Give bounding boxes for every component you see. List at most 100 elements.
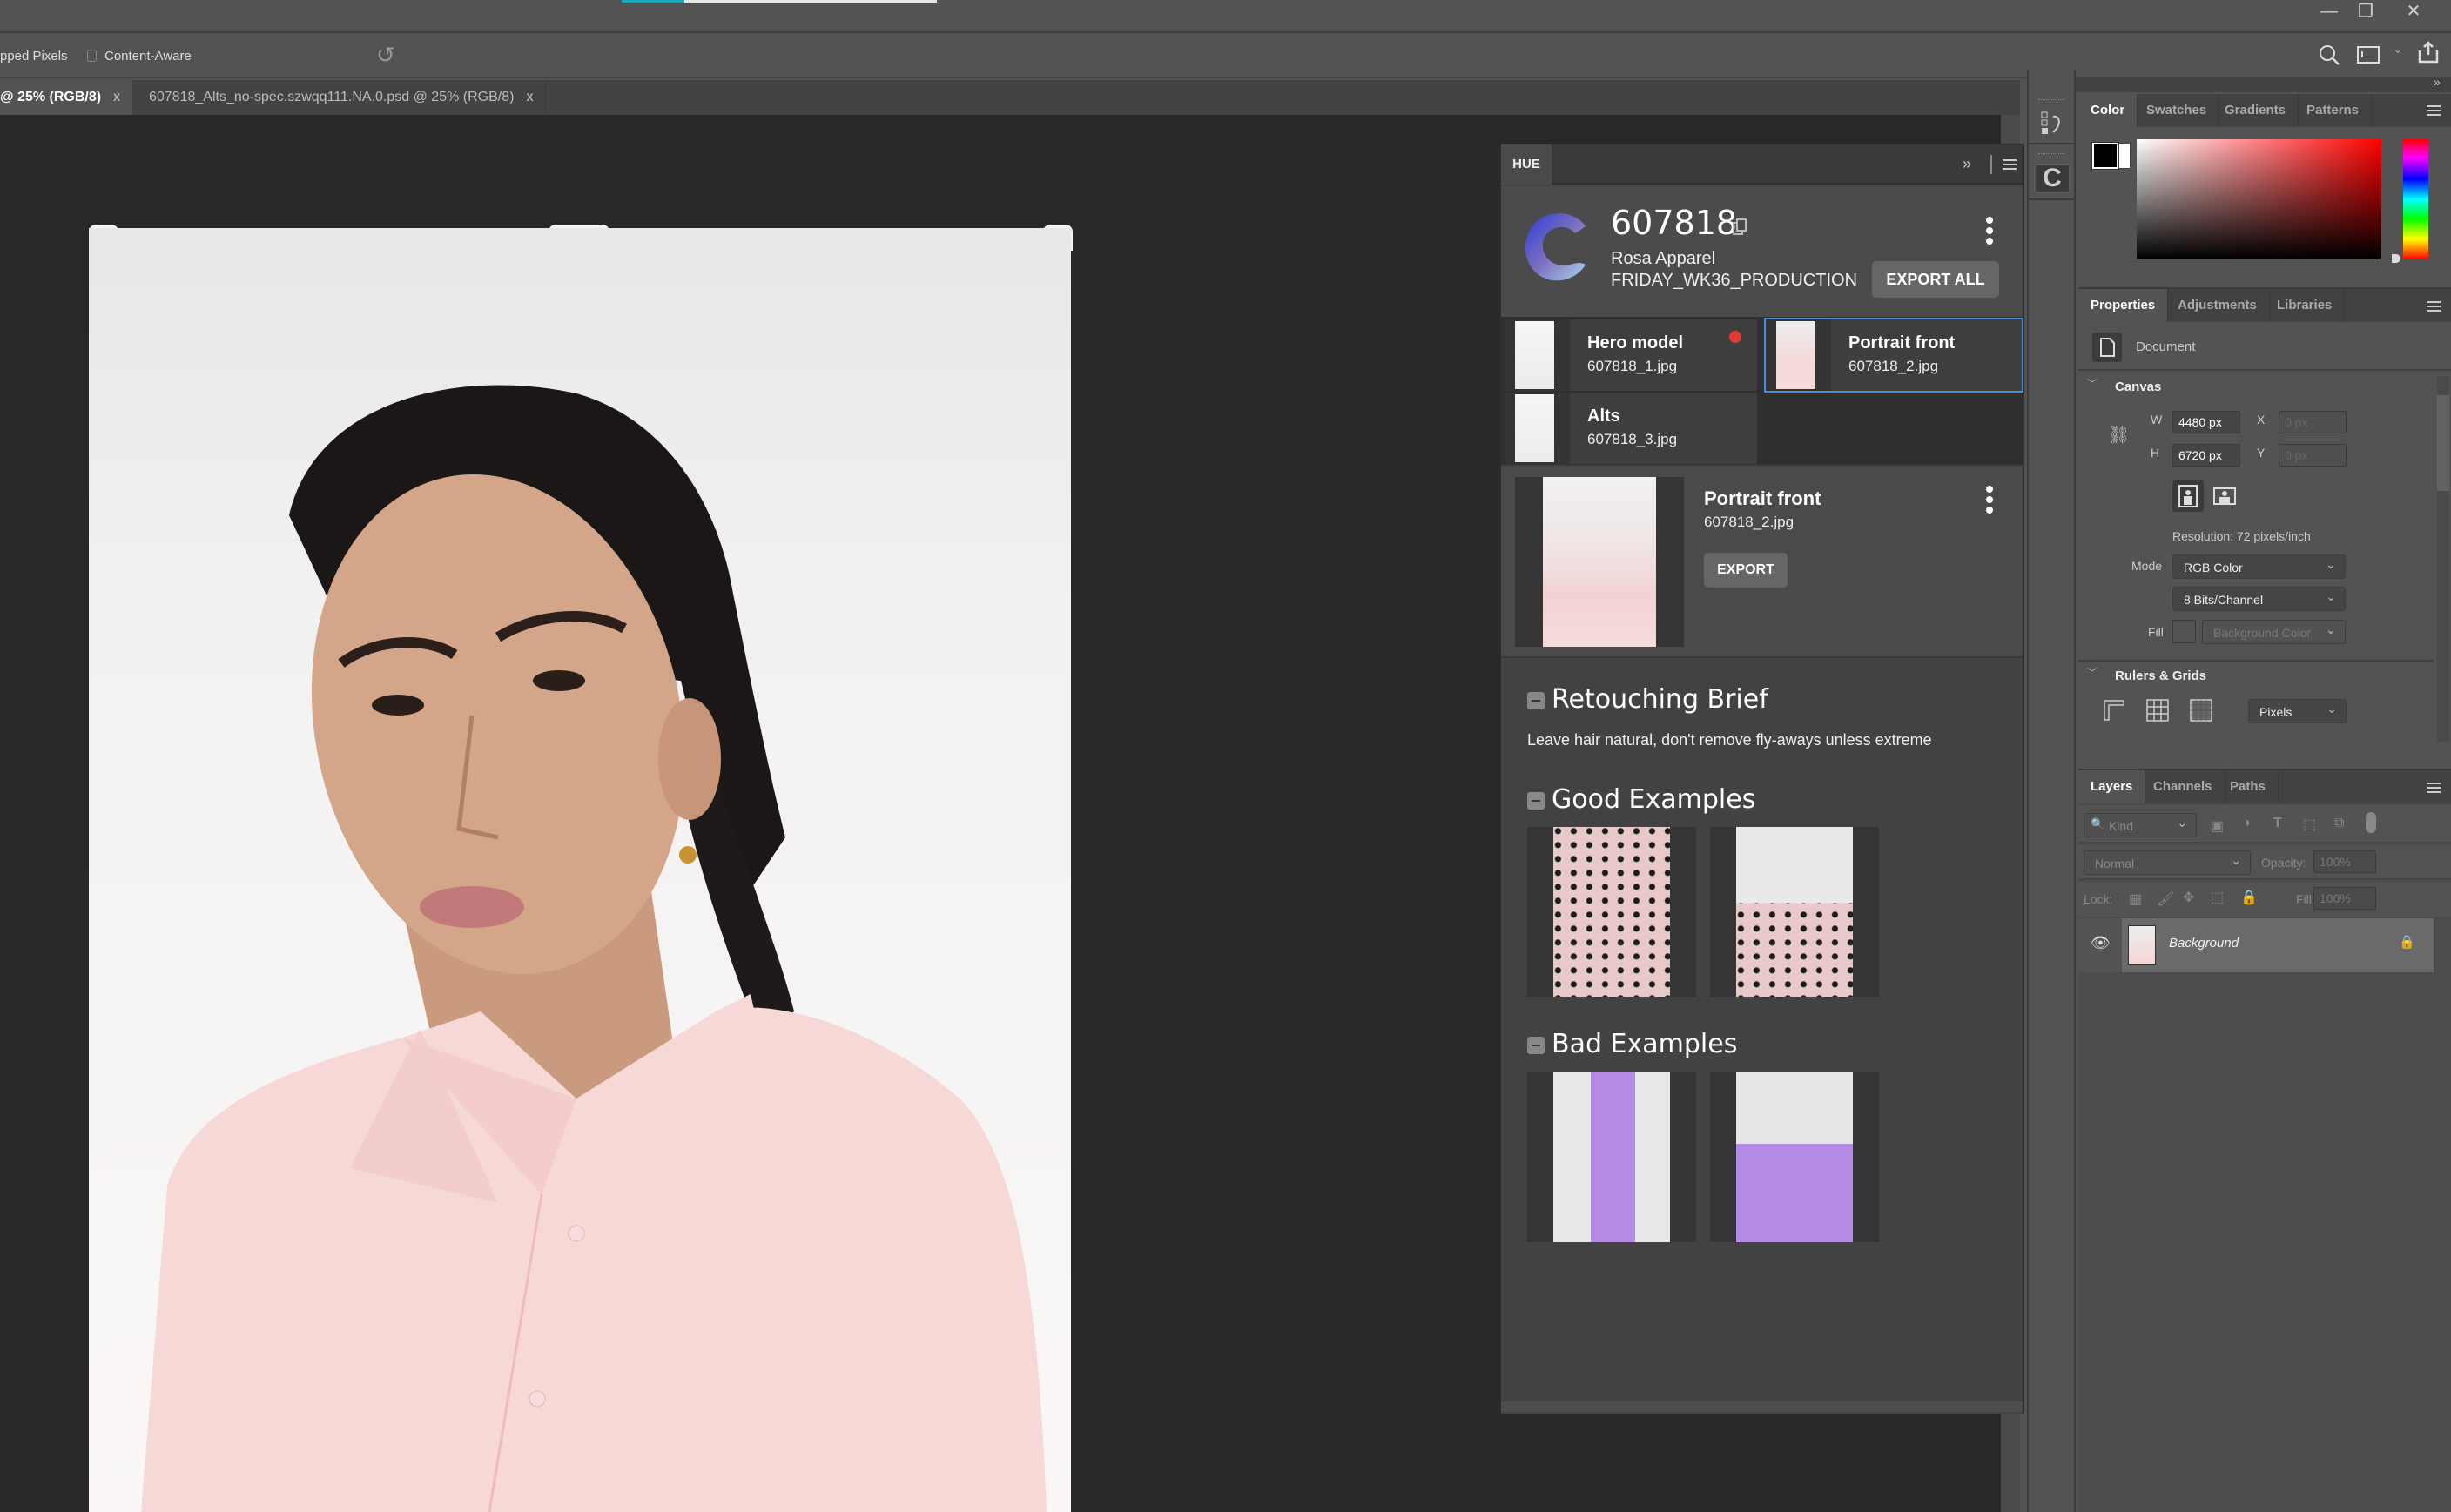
shot-item[interactable]: Hero model 607818_1.jpg: [1505, 319, 1757, 391]
rulers-chevron-icon[interactable]: ﹀: [2087, 665, 2097, 680]
height-field[interactable]: 6720 px: [2172, 444, 2240, 467]
tab-color[interactable]: Color: [2078, 94, 2138, 127]
good-examples-heading[interactable]: Good Examples: [1527, 784, 1755, 815]
collapse-panel-icon[interactable]: »: [1963, 155, 1971, 173]
rulers-grids-section-title[interactable]: Rulers & Grids: [2115, 669, 2206, 683]
bad-example-1[interactable]: [1527, 1072, 1696, 1242]
hue-slider-thumb[interactable]: [2392, 254, 2400, 263]
collapse-icon[interactable]: [1527, 791, 1545, 810]
tab-swatches[interactable]: Swatches: [2134, 94, 2220, 127]
fill-field[interactable]: 100%: [2313, 887, 2376, 910]
document-tab-active[interactable]: @ 25% (RGB/8) x: [0, 80, 133, 115]
detail-more-icon[interactable]: [1984, 486, 1995, 517]
share-icon[interactable]: [2417, 40, 2440, 64]
tab-hue[interactable]: HUE: [1501, 144, 1552, 185]
scrollbar-thumb[interactable]: [2437, 395, 2449, 491]
close-window-button[interactable]: ✕: [2396, 0, 2431, 23]
good-example-1[interactable]: [1527, 827, 1696, 997]
close-tab-icon[interactable]: x: [113, 90, 120, 104]
units-dropdown[interactable]: Pixels: [2248, 696, 2347, 723]
hue-slider[interactable]: [2403, 139, 2428, 259]
layer-row[interactable]: Background 🔒: [2122, 918, 2434, 972]
canvas-section-title[interactable]: Canvas: [2115, 380, 2161, 394]
lock-all-icon[interactable]: 🔒: [2240, 889, 2258, 906]
reset-icon[interactable]: ↺: [376, 42, 395, 69]
content-aware-checkbox[interactable]: [87, 50, 97, 62]
retouching-brief-heading[interactable]: Retouching Brief: [1527, 684, 1768, 715]
bad-example-2[interactable]: [1710, 1072, 1879, 1242]
color-field[interactable]: [2137, 139, 2381, 259]
panel-resize-handle[interactable]: [1501, 1401, 2023, 1412]
layer-lock-icon[interactable]: 🔒: [2399, 934, 2415, 950]
workspace-icon[interactable]: [2357, 45, 2380, 64]
bad-examples-heading[interactable]: Bad Examples: [1527, 1029, 1737, 1059]
filter-shape-icon[interactable]: ⬚: [2303, 816, 2316, 833]
panel-menu-icon[interactable]: [2427, 105, 2441, 116]
detail-thumbnail[interactable]: [1543, 477, 1656, 647]
filter-pixel-icon[interactable]: ▣: [2211, 817, 2224, 835]
bit-depth-dropdown[interactable]: 8 Bits/Channel: [2172, 584, 2346, 611]
lock-position-icon[interactable]: ✥: [2183, 889, 2194, 906]
title-bar: — ❐ ✕: [0, 0, 2451, 33]
lock-transparent-icon[interactable]: ▦: [2129, 890, 2142, 908]
minimize-button[interactable]: —: [2312, 0, 2347, 23]
tab-gradients[interactable]: Gradients: [2212, 94, 2299, 127]
divider: [2078, 660, 2434, 662]
restore-button[interactable]: ❐: [2348, 0, 2383, 23]
collapse-icon[interactable]: [1527, 691, 1545, 709]
tab-patterns[interactable]: Patterns: [2294, 94, 2373, 127]
ruler-icon[interactable]: [2103, 699, 2125, 722]
tab-channels[interactable]: Channels: [2141, 770, 2225, 803]
tab-paths[interactable]: Paths: [2218, 770, 2279, 803]
panel-menu-icon[interactable]: [2003, 159, 2017, 170]
lock-artboard-icon[interactable]: ⬚: [2211, 889, 2224, 906]
tab-properties[interactable]: Properties: [2078, 289, 2169, 322]
export-button[interactable]: EXPORT: [1704, 553, 1788, 588]
delete-cropped-pixels-label[interactable]: pped Pixels: [0, 49, 68, 64]
tab-adjustments[interactable]: Adjustments: [2165, 289, 2270, 322]
opacity-field[interactable]: 100%: [2313, 850, 2376, 873]
fill-dropdown[interactable]: Background Color: [2202, 617, 2346, 644]
shot-item[interactable]: Alts 607818_3.jpg: [1505, 393, 1757, 464]
fill-color-swatch[interactable]: [2172, 620, 2196, 643]
lock-paint-icon[interactable]: 🖌: [2157, 890, 2174, 908]
link-icon[interactable]: ⛓: [2108, 424, 2130, 446]
filter-smart-object-icon[interactable]: ⧉: [2334, 816, 2344, 831]
copy-icon[interactable]: [1732, 218, 1747, 237]
eye-icon[interactable]: 👁: [2091, 934, 2111, 952]
job-more-icon[interactable]: [1984, 217, 1995, 248]
panel-menu-icon[interactable]: [2427, 301, 2441, 312]
filter-type-icon[interactable]: T: [2273, 816, 2282, 831]
document-tab[interactable]: 607818_Alts_no-spec.szwqq111.NA.0.psd @ …: [137, 80, 547, 115]
history-dock-button[interactable]: [2029, 94, 2074, 144]
portrait-orientation-button[interactable]: [2172, 480, 2204, 512]
panel-menu-icon[interactable]: [2427, 783, 2441, 793]
filter-toggle[interactable]: [2366, 812, 2376, 833]
hue-dock-button[interactable]: C: [2029, 148, 2074, 200]
tab-layers[interactable]: Layers: [2078, 770, 2146, 803]
pixel-grid-icon[interactable]: [2190, 699, 2212, 722]
layer-name[interactable]: Background: [2169, 936, 2239, 951]
grid-icon[interactable]: [2146, 699, 2169, 722]
content-aware-label[interactable]: Content-Aware: [104, 49, 192, 64]
shot-item-selected[interactable]: Portrait front 607818_2.jpg: [1764, 318, 2023, 393]
expand-dock-icon[interactable]: »: [2434, 75, 2441, 89]
tab-libraries[interactable]: Libraries: [2265, 289, 2346, 322]
search-icon[interactable]: [2318, 44, 2340, 66]
foreground-color-swatch[interactable]: [2091, 142, 2119, 170]
landscape-orientation-button[interactable]: [2209, 480, 2240, 512]
color-mode-dropdown[interactable]: RGB Color: [2172, 552, 2346, 579]
export-all-button[interactable]: EXPORT ALL: [1872, 261, 1999, 298]
document-photo[interactable]: [89, 228, 1071, 1512]
properties-scrollbar[interactable]: [2437, 376, 2449, 742]
good-example-2[interactable]: [1710, 827, 1879, 997]
x-field[interactable]: 0 px: [2279, 411, 2347, 433]
filter-adjustment-icon[interactable]: ◑: [2242, 816, 2251, 831]
collapse-icon[interactable]: [1527, 1036, 1545, 1054]
y-field[interactable]: 0 px: [2279, 444, 2347, 467]
workspace-dropdown-icon[interactable]: ⌄: [2393, 42, 2403, 57]
close-tab-icon[interactable]: x: [526, 90, 533, 104]
canvas-chevron-icon[interactable]: ﹀: [2087, 376, 2097, 391]
width-field[interactable]: 4480 px: [2172, 411, 2240, 433]
blend-mode-dropdown[interactable]: Normal: [2084, 848, 2251, 875]
